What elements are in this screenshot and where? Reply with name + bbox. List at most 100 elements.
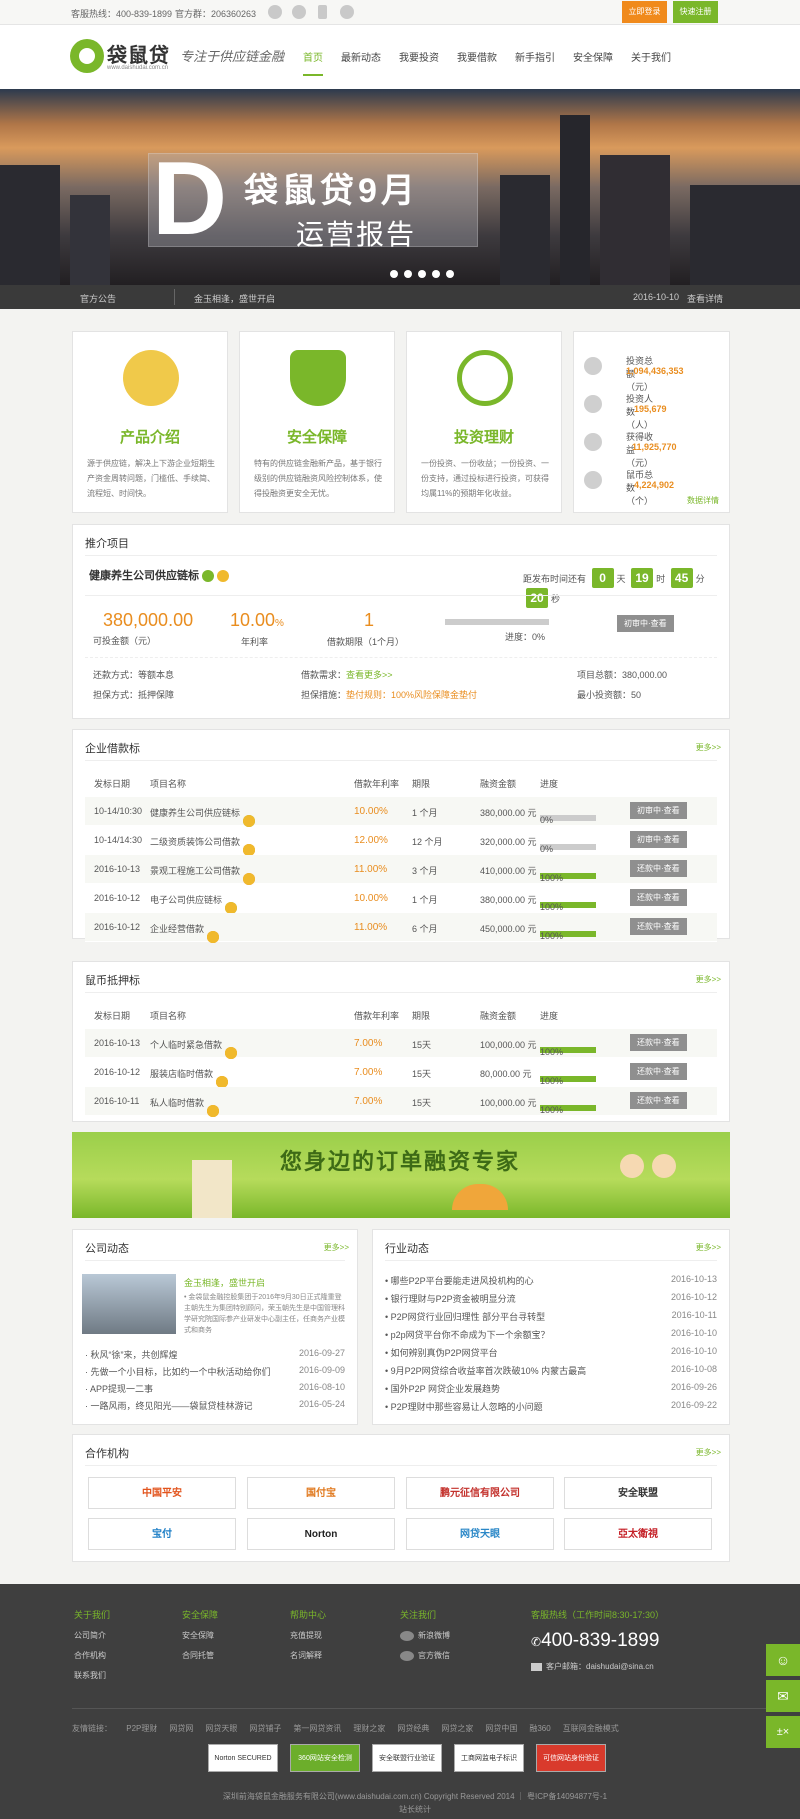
news-item[interactable]: • P2P网贷行业回归理性 部分平台寻转型 2016-10-11 [385,1310,717,1324]
cert-badge-gongshang[interactable]: 工商网监电子标识 [454,1744,524,1772]
news-title[interactable]: · 先做一个小目标，比如约一个中秋活动给你们 [85,1365,271,1378]
footer-link[interactable]: 公司简介 [74,1630,110,1641]
footer-link[interactable]: 名词解释 [290,1650,326,1661]
friend-link[interactable]: 网贷之家 [441,1724,473,1733]
more-link[interactable]: 更多>> [696,1242,721,1253]
recommend-project-name[interactable]: 健康养生公司供应链标 [89,567,229,583]
notice-message[interactable]: 金玉相逢，盛世开启 [194,292,275,305]
site-stat-link[interactable]: 站长统计 [195,1803,635,1816]
feature-card-product[interactable]: 产品介绍 源于供应链，解决上下游企业短期生产资金周转问题，门槛低、手续简、流程短… [72,331,228,513]
carousel-dot[interactable] [390,270,398,278]
news-title[interactable]: · 一路风雨，终见阳光——袋鼠贷桂林游记 [85,1399,253,1412]
friend-link[interactable]: 网贷铺子 [249,1724,281,1733]
logo-name[interactable]: 袋鼠贷 [107,39,170,68]
cert-badge-norton[interactable]: Norton SECURED [208,1744,278,1772]
table-row[interactable]: 2016-10-13 个人临时紧急借款 7.00% 15天 100,000.00 元 10… [85,1029,717,1059]
view-button[interactable]: 初审中·查看 [617,615,674,632]
more-link[interactable]: 更多>> [696,974,721,985]
weibo-icon[interactable] [268,5,282,19]
footer-link[interactable]: 合作机构 [74,1650,110,1661]
view-button[interactable]: 还款中·查看 [630,918,687,935]
news-item[interactable]: · 秋风“徐”来，共创辉煌 2016-09-27 [85,1348,345,1362]
partner-logo-pengyuan[interactable]: 鹏元征信有限公司 [406,1477,554,1509]
partner-logo-asiapacific[interactable]: 亞太衛視 [564,1518,712,1550]
nav-borrow[interactable]: 我要借款 [457,49,497,76]
news-title[interactable]: • 国外P2P 网贷企业发展趋势 [385,1382,500,1395]
apple-icon[interactable] [340,5,354,19]
news-title[interactable]: · 秋风“徐”来，共创辉煌 [85,1348,178,1361]
carousel-dots[interactable] [390,270,460,278]
partner-logo-gopay[interactable]: 国付宝 [247,1477,395,1509]
qq-service-button[interactable]: ☺ [766,1644,800,1676]
row-name[interactable]: 健康养生公司供应链标 [150,806,256,827]
partner-logo-anquanlianmeng[interactable]: 安全联盟 [564,1477,712,1509]
news-item[interactable]: · 先做一个小目标，比如约一个中秋活动给你们 2016-09-09 [85,1365,345,1379]
partner-logo-wangdaitianyan[interactable]: 网贷天眼 [406,1518,554,1550]
nav-security[interactable]: 安全保障 [573,49,613,76]
friend-link[interactable]: 网贷经典 [397,1724,429,1733]
friend-link[interactable]: 网贷网 [169,1724,193,1733]
table-row[interactable]: 10-14/14:30 二级资质装饰公司借款 12.00% 12 个月 320,000.… [85,826,717,856]
news-title[interactable]: • 9月P2P网贷综合收益率首次跌破10% 内蒙古最高 [385,1364,586,1377]
partner-logo-norton[interactable]: Norton [247,1518,395,1550]
news-headline[interactable]: 金玉相逢，盛世开启 [184,1276,265,1289]
partner-logo-baofu[interactable]: 宝付 [88,1518,236,1550]
news-item[interactable]: • 如何辨别真伪P2P网贷平台 2016-10-10 [385,1346,717,1360]
more-link[interactable]: 更多>> [696,742,721,753]
more-link[interactable]: 更多>> [324,1242,349,1253]
footer-link[interactable]: 充值提现 [290,1630,326,1641]
news-title[interactable]: · APP提现一二事 [85,1382,153,1395]
cert-badge-anquan[interactable]: 安全联盟行业验证 [372,1744,442,1772]
friend-link[interactable]: 融360 [529,1724,550,1733]
table-row[interactable]: 2016-10-11 私人临时借款 7.00% 15天 100,000.00 元 100%… [85,1087,717,1117]
table-row[interactable]: 2016-10-12 电子公司供应链标 10.00% 1 个月 380,000.00 元… [85,884,717,914]
news-title[interactable]: • 哪些P2P平台要能走进风投机构的心 [385,1274,534,1287]
table-row[interactable]: 10-14/10:30 健康养生公司供应链标 10.00% 1 个月 380,000.0… [85,797,717,827]
weibo-link[interactable]: 新浪微博 [400,1630,450,1641]
partner-logo-pingan[interactable]: 中国平安 [88,1477,236,1509]
row-name[interactable]: 企业经营借款 [150,922,220,943]
carousel-dot[interactable] [404,270,412,278]
footer-link[interactable]: 联系我们 [74,1670,110,1681]
friend-link[interactable]: P2P理财 [126,1724,157,1733]
row-name[interactable]: 私人临时借款 [150,1096,220,1117]
row-name[interactable]: 二级资质装饰公司借款 [150,835,256,856]
wechat-link[interactable]: 官方微信 [400,1650,450,1661]
view-button[interactable]: 还款中·查看 [630,860,687,877]
table-row[interactable]: 2016-10-12 服装店临时借款 7.00% 15天 80,000.00 元 100%… [85,1058,717,1088]
footer-link[interactable]: 安全保障 [182,1630,218,1641]
carousel-dot[interactable] [418,270,426,278]
news-title[interactable]: • P2P网贷行业回归理性 部分平台寻转型 [385,1310,545,1323]
more-link[interactable]: 更多>> [696,1447,721,1458]
feature-card-security[interactable]: 安全保障 特有的供应链金融新产品，基于银行级别的供应链融资风险控制体系，使得投融… [239,331,395,513]
news-title[interactable]: • 银行理财与P2P资金被明显分流 [385,1292,516,1305]
view-button[interactable]: 初审中·查看 [630,831,687,848]
view-button[interactable]: 还款中·查看 [630,1063,687,1080]
news-title[interactable]: • p2p网贷平台你不命成为下一个余额宝？ [385,1328,550,1341]
news-item[interactable]: • 国外P2P 网贷企业发展趋势 2016-09-26 [385,1382,717,1396]
calculator-button[interactable]: ±× [766,1716,800,1748]
nav-home[interactable]: 首页 [303,49,323,76]
nav-about[interactable]: 关于我们 [631,49,671,76]
notice-link[interactable]: 查看详情 [687,292,723,305]
view-button[interactable]: 还款中·查看 [630,889,687,906]
hero-banner[interactable]: D 袋鼠贷9月 运营报告 [0,89,800,285]
promo-banner[interactable]: 您身边的订单融资专家 [72,1132,730,1218]
nav-invest[interactable]: 我要投资 [399,49,439,76]
news-item[interactable]: • p2p网贷平台你不命成为下一个余额宝？ 2016-10-10 [385,1328,717,1342]
carousel-dot[interactable] [446,270,454,278]
carousel-dot[interactable] [432,270,440,278]
nav-news[interactable]: 最新动态 [341,49,381,76]
login-button[interactable]: 立即登录 [622,1,667,23]
news-item[interactable]: • 哪些P2P平台要能走进风投机构的心 2016-10-13 [385,1274,717,1288]
table-row[interactable]: 2016-10-12 企业经营借款 11.00% 6 个月 450,000.00 元 10… [85,913,717,943]
row-name[interactable]: 景观工程施工公司借款 [150,864,256,885]
logo-icon[interactable] [70,39,104,73]
footer-link[interactable]: 合同托管 [182,1650,218,1661]
row-name[interactable]: 服装店临时借款 [150,1067,229,1088]
friend-link[interactable]: 理财之家 [353,1724,385,1733]
wechat-icon[interactable] [292,5,306,19]
project-name[interactable]: 健康养生公司供应链标 [89,570,199,582]
view-button[interactable]: 还款中·查看 [630,1092,687,1109]
news-photo[interactable] [82,1274,176,1334]
